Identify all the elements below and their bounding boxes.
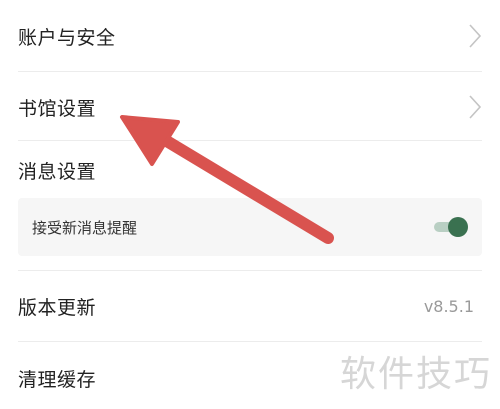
settings-page: 账户与安全 书馆设置 消息设置 接受新消息提醒 版本更新 v8.5.1 清理缓存…	[0, 0, 500, 409]
settings-item-account-security[interactable]: 账户与安全	[18, 16, 482, 56]
message-reminder-row[interactable]: 接受新消息提醒	[18, 198, 482, 256]
settings-item-label: 书馆设置	[18, 97, 97, 120]
settings-item-version-update[interactable]: 版本更新 v8.5.1	[18, 286, 482, 326]
message-reminder-label: 接受新消息提醒	[32, 218, 138, 237]
settings-item-label: 清理缓存	[18, 368, 97, 391]
settings-section-message: 消息设置	[18, 152, 482, 188]
settings-item-library[interactable]: 书馆设置	[18, 86, 482, 128]
chevron-right-icon	[469, 95, 482, 119]
version-value: v8.5.1	[423, 296, 474, 316]
divider	[18, 71, 482, 72]
message-reminder-toggle[interactable]	[434, 216, 468, 238]
settings-item-label: 版本更新	[18, 296, 97, 319]
divider	[18, 140, 482, 141]
divider	[18, 270, 482, 271]
watermark-text: 软件技巧	[339, 354, 492, 395]
toggle-knob	[448, 217, 468, 237]
settings-item-label: 账户与安全	[18, 26, 116, 49]
chevron-right-icon	[469, 24, 482, 48]
divider	[18, 341, 482, 342]
settings-item-label: 消息设置	[18, 160, 97, 183]
